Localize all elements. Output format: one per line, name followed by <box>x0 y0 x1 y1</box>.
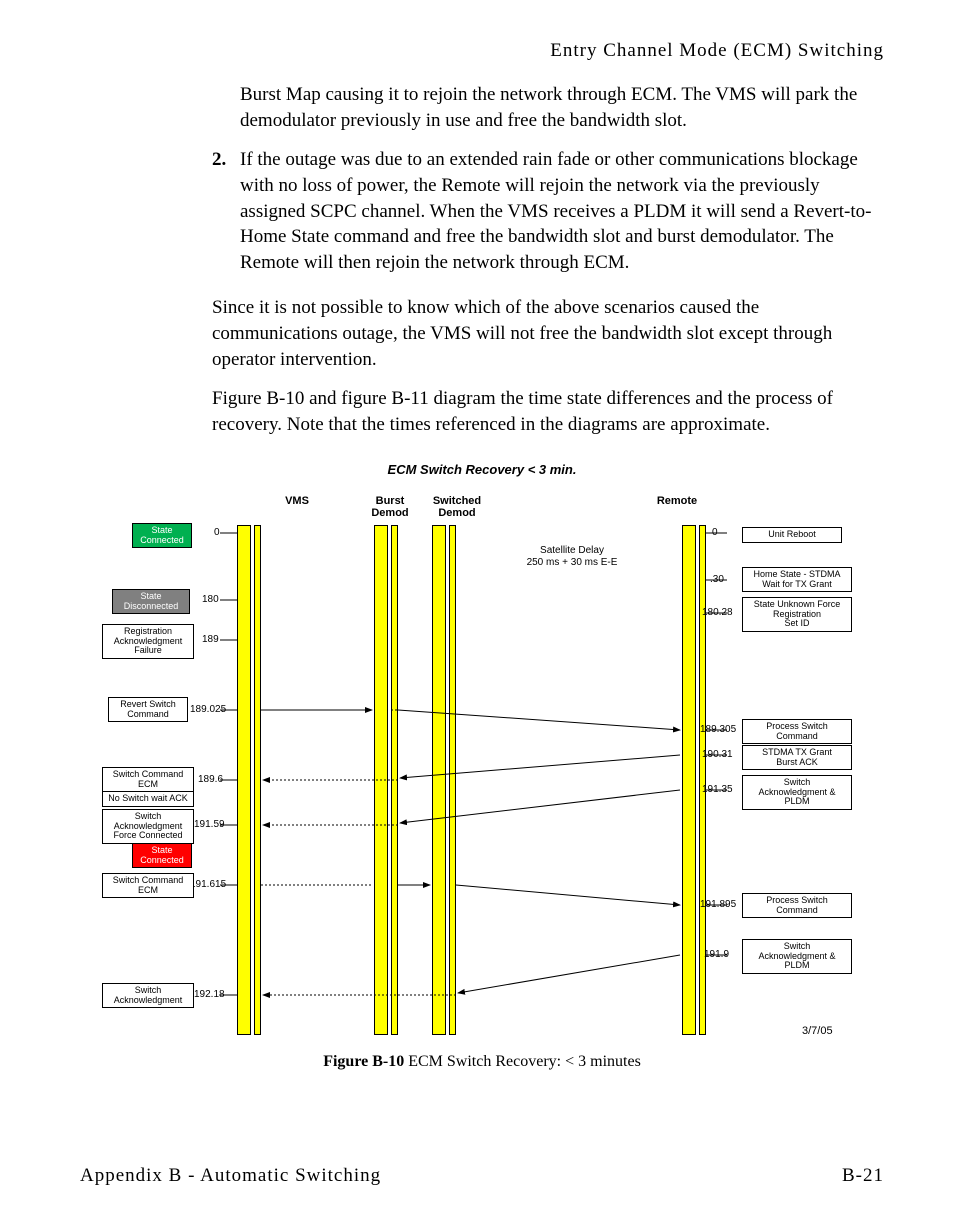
box-state-connected: State Connected <box>132 523 192 549</box>
tick-r2: 180.28 <box>702 607 733 618</box>
box-revert-switch: Revert Switch Command <box>108 697 188 723</box>
box-switch-ack: Switch Acknowledgment <box>102 983 194 1009</box>
box-switch-cmd-ecm-2: Switch Command ECM <box>102 873 194 899</box>
tick-l5: 191.59 <box>194 819 225 830</box>
box-switch-cmd-ecm: Switch Command ECM <box>102 767 194 793</box>
figure-caption-text: ECM Switch Recovery: < 3 minutes <box>404 1053 641 1070</box>
box-process-switch-2: Process Switch Command <box>742 893 852 919</box>
list-number: 2. <box>212 147 226 173</box>
sequence-diagram: VMS Burst Demod Switched Demod Remote <box>102 485 862 1045</box>
box-no-switch-wait-ack: No Switch wait ACK <box>102 791 194 807</box>
tick-r7: 191.9 <box>704 949 729 960</box>
box-unit-reboot: Unit Reboot <box>742 527 842 543</box>
diagram-title: ECM Switch Recovery < 3 min. <box>80 462 884 477</box>
body-text: Burst Map causing it to rejoin the netwo… <box>240 82 884 438</box>
tick-r1: .30 <box>710 574 724 585</box>
tick-r0: 0 <box>712 527 718 538</box>
footer-right: B-21 <box>842 1165 884 1187</box>
box-reg-ack-fail: Registration Acknowledgment Failure <box>102 624 194 660</box>
page-header: Entry Channel Mode (ECM) Switching <box>80 40 884 62</box>
para-2: Since it is not possible to know which o… <box>212 295 884 372</box>
tick-r6: 191.895 <box>700 899 736 910</box>
figure-number: Figure B-10 <box>323 1053 404 1070</box>
para-3: Figure B-10 and figure B-11 diagram the … <box>212 386 884 437</box>
tick-l4: 189.6 <box>198 774 223 785</box>
tick-r3: 189.305 <box>700 724 736 735</box>
box-switch-ack-pldm-2: Switch Acknowledgment & PLDM <box>742 939 852 975</box>
tick-r5: 191.35 <box>702 784 733 795</box>
box-state-disconnected: State Disconnected <box>112 589 190 615</box>
box-state-connected-2: State Connected <box>132 843 192 869</box>
box-process-switch: Process Switch Command <box>742 719 852 745</box>
tick-l0: 0 <box>214 527 220 538</box>
tick-l7: 192.18 <box>194 989 225 1000</box>
para-continuation: Burst Map causing it to rejoin the netwo… <box>240 82 884 133</box>
box-switch-ack-force: Switch Acknowledgment Force Connected <box>102 809 194 845</box>
tick-l2: 189 <box>202 634 219 645</box>
box-state-unknown: State Unknown Force Registration Set ID <box>742 597 852 633</box>
box-switch-ack-pldm: Switch Acknowledgment & PLDM <box>742 775 852 811</box>
footer-left: Appendix B - Automatic Switching <box>80 1165 381 1187</box>
box-home-state: Home State - STDMA Wait for TX Grant <box>742 567 852 593</box>
tick-r4: 190.31 <box>702 749 733 760</box>
page-footer: Appendix B - Automatic Switching B-21 <box>80 1165 884 1187</box>
tick-l1: 180 <box>202 594 219 605</box>
tick-l3: 189.025 <box>190 704 226 715</box>
diagram-date: 3/7/05 <box>802 1025 833 1037</box>
list-item-2: 2. If the outage was due to an extended … <box>212 147 884 275</box>
satellite-delay-note: Satellite Delay 250 ms + 30 ms E-E <box>502 545 642 569</box>
figure-caption: Figure B-10 ECM Switch Recovery: < 3 min… <box>80 1053 884 1071</box>
list-text: If the outage was due to an extended rai… <box>240 149 871 273</box>
tick-l6: 191.615 <box>190 879 226 890</box>
box-stdma-tx-grant: STDMA TX Grant Burst ACK <box>742 745 852 771</box>
